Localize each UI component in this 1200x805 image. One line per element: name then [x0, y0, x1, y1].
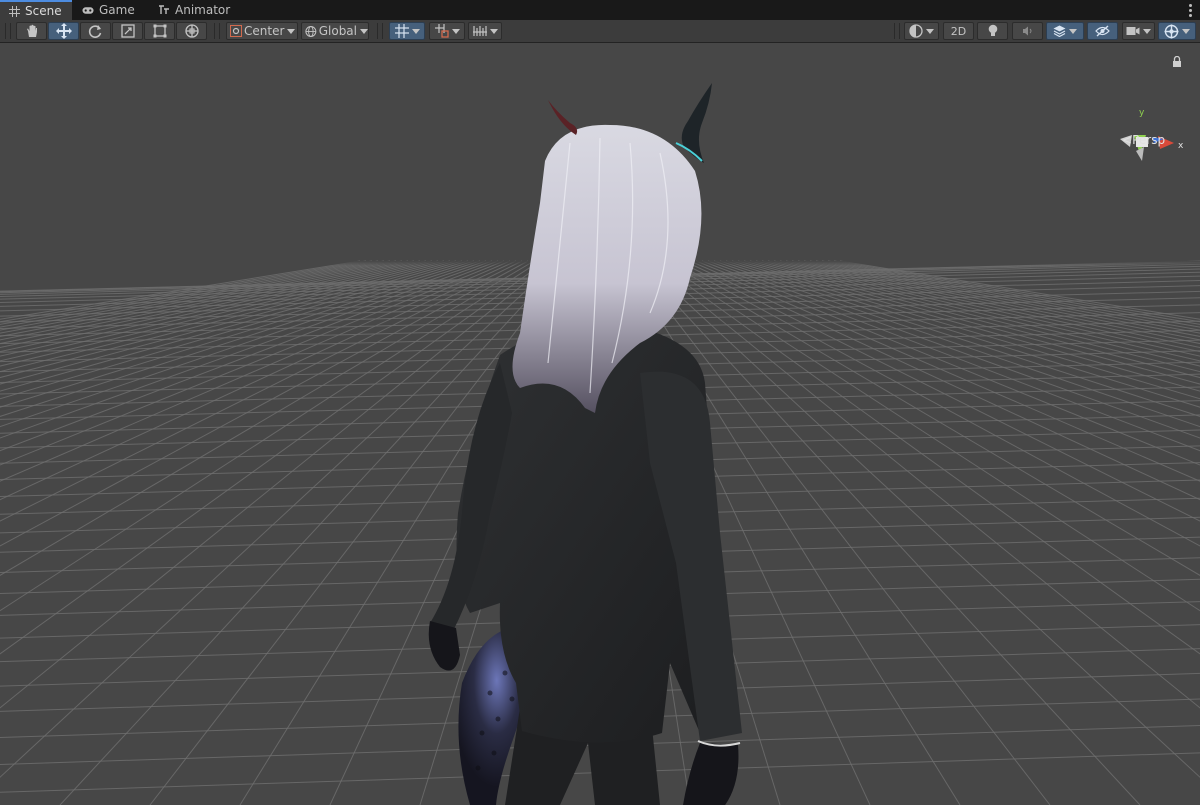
animator-icon [158, 4, 170, 16]
transform-tool-button[interactable] [176, 22, 207, 40]
neg-y-cone[interactable] [1136, 147, 1144, 161]
tab-animator-label: Animator [175, 3, 231, 17]
scale-icon [120, 24, 135, 38]
tab-game-label: Game [99, 3, 135, 17]
grid-snapping-button[interactable] [389, 22, 425, 40]
audio-toggle-button[interactable] [1012, 22, 1043, 40]
scene-viewport[interactable]: y x <Persp [0, 43, 1200, 805]
chevron-down-icon [411, 28, 420, 34]
rect-tool-button[interactable] [144, 22, 175, 40]
scene-visibility-button[interactable] [1087, 22, 1118, 40]
eye-slash-icon [1095, 25, 1110, 37]
pivot-mode-label: Center [244, 24, 285, 38]
lock-icon[interactable] [1172, 56, 1182, 68]
scale-tool-button[interactable] [112, 22, 143, 40]
character-model[interactable] [428, 83, 742, 805]
move-tool-button[interactable] [48, 22, 79, 40]
shaded-sphere-icon [909, 24, 923, 38]
snap-increment-icon [434, 24, 449, 38]
tab-animator[interactable]: Animator [150, 0, 238, 20]
chevron-down-icon [1069, 28, 1077, 34]
tab-scene[interactable]: Scene [0, 0, 72, 20]
pivot-rotation-label: Global [318, 24, 357, 38]
speaker-icon [1022, 26, 1031, 36]
pivot-rotation-dropdown[interactable]: Global [301, 22, 369, 40]
incremental-snap-button[interactable] [429, 22, 465, 40]
more-options-icon[interactable] [1184, 1, 1196, 19]
align-grid-button[interactable] [468, 22, 502, 40]
camera-icon [1126, 27, 1140, 35]
x-axis-label: x [1178, 141, 1184, 151]
layers-icon [1053, 25, 1066, 37]
chevron-down-icon [489, 28, 498, 34]
rect-transform-icon [153, 24, 166, 38]
transform-all-icon [184, 24, 199, 38]
light-bulb-icon [988, 24, 997, 36]
toolbar-grip[interactable] [377, 23, 383, 39]
gizmo-globe-icon [1164, 24, 1179, 38]
lighting-toggle-button[interactable] [977, 22, 1008, 40]
toolbar-grip[interactable] [214, 23, 220, 39]
effects-dropdown[interactable] [1046, 22, 1084, 40]
right-horn [681, 83, 712, 163]
y-axis-label: y [1139, 108, 1145, 118]
pivot-mode-dropdown[interactable]: Center [226, 22, 298, 40]
chevron-down-icon [926, 28, 934, 34]
chevron-down-icon [360, 28, 368, 34]
tab-scene-label: Scene [25, 4, 62, 18]
globe-icon [305, 25, 317, 37]
toggle-2d-button[interactable]: 2D [943, 22, 974, 40]
projection-label: Persp [1132, 133, 1166, 147]
persp-arrow-icon: < [1122, 133, 1133, 147]
scene-toolbar: Center Global 2D [0, 20, 1200, 43]
grid-snap-icon [394, 24, 409, 38]
pivot-center-icon [230, 25, 242, 37]
draw-mode-dropdown[interactable] [904, 22, 939, 40]
hand-icon [26, 24, 37, 37]
rotate-icon [88, 24, 102, 38]
chevron-down-icon [287, 28, 296, 34]
toolbar-grip[interactable] [5, 23, 11, 39]
toggle-2d-label: 2D [950, 24, 967, 38]
editor-tab-bar: Scene Game Animator [0, 0, 1200, 20]
left-horn [548, 100, 578, 135]
ruler-icon [472, 26, 487, 36]
scene-view-canvas[interactable] [0, 43, 1200, 805]
chevron-down-icon [451, 28, 460, 34]
move-arrows-icon [55, 23, 72, 39]
projection-toggle[interactable]: <Persp [1122, 133, 1165, 147]
chevron-down-icon [1143, 28, 1151, 34]
chevron-down-icon [1182, 28, 1190, 34]
grid-icon [8, 5, 20, 17]
camera-settings-dropdown[interactable] [1122, 22, 1155, 40]
toolbar-grip[interactable] [894, 23, 900, 39]
tab-game[interactable]: Game [74, 0, 143, 20]
rotate-tool-button[interactable] [80, 22, 111, 40]
gamepad-icon [82, 4, 94, 16]
view-tool-button[interactable] [16, 22, 47, 40]
gizmos-dropdown[interactable] [1158, 22, 1196, 40]
